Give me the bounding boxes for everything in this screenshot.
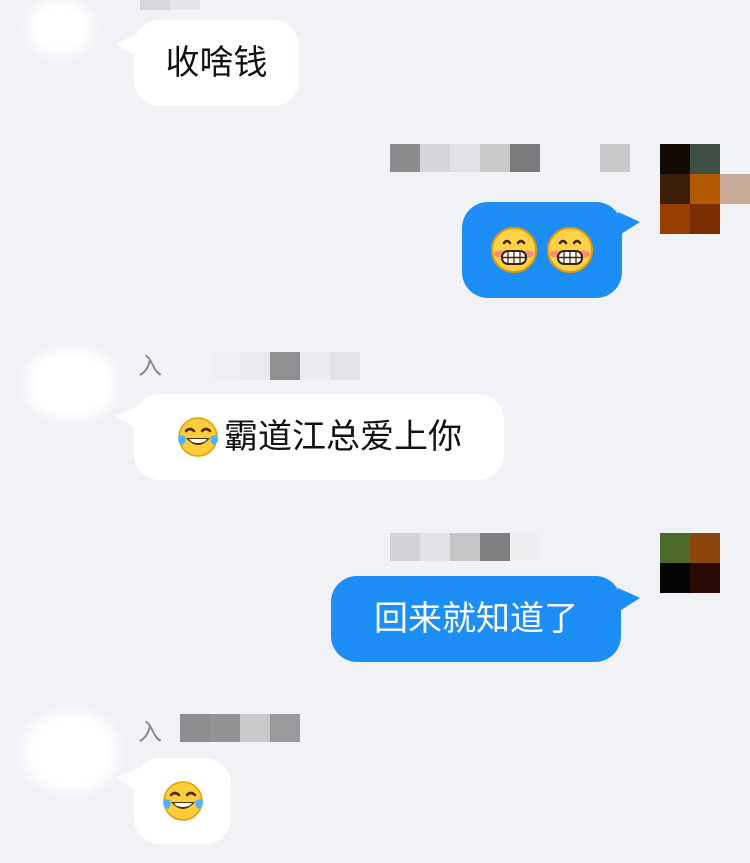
avatar-blurred[interactable] [26,350,116,418]
face-with-tears-of-joy-icon [176,415,220,459]
sender-name-pixelated [390,144,630,172]
bubble-tail [618,588,640,612]
sender-name-pixelated [390,533,540,561]
avatar-pixelated[interactable] [660,533,720,593]
grinning-face-with-blush-icon [546,226,594,274]
avatar-pixelated[interactable] [660,144,750,234]
message-bubble-outgoing[interactable]: 回来就知道了 [331,576,621,662]
message-bubble-incoming[interactable] [134,758,231,844]
message-bubble-outgoing[interactable] [462,202,622,298]
message-text: 霸道江总爱上你 [224,417,462,457]
face-with-tears-of-joy-icon [161,779,205,823]
sender-name-fragment: 入 [138,718,162,746]
avatar-blurred[interactable] [24,712,118,792]
message-bubble-incoming[interactable]: 收啥钱 [134,20,299,106]
sender-name-fragment: 入 [138,352,162,380]
message-text: 回来就知道了 [374,599,578,639]
message-bubble-incoming[interactable]: 霸道江总爱上你 [134,394,504,480]
sender-name-pixelated [210,352,360,380]
avatar-blurred[interactable] [28,0,92,55]
grinning-face-with-blush-icon [490,226,538,274]
sender-name-pixelated [180,714,300,742]
message-text: 收啥钱 [165,43,268,83]
sender-name-pixelated [140,0,200,10]
